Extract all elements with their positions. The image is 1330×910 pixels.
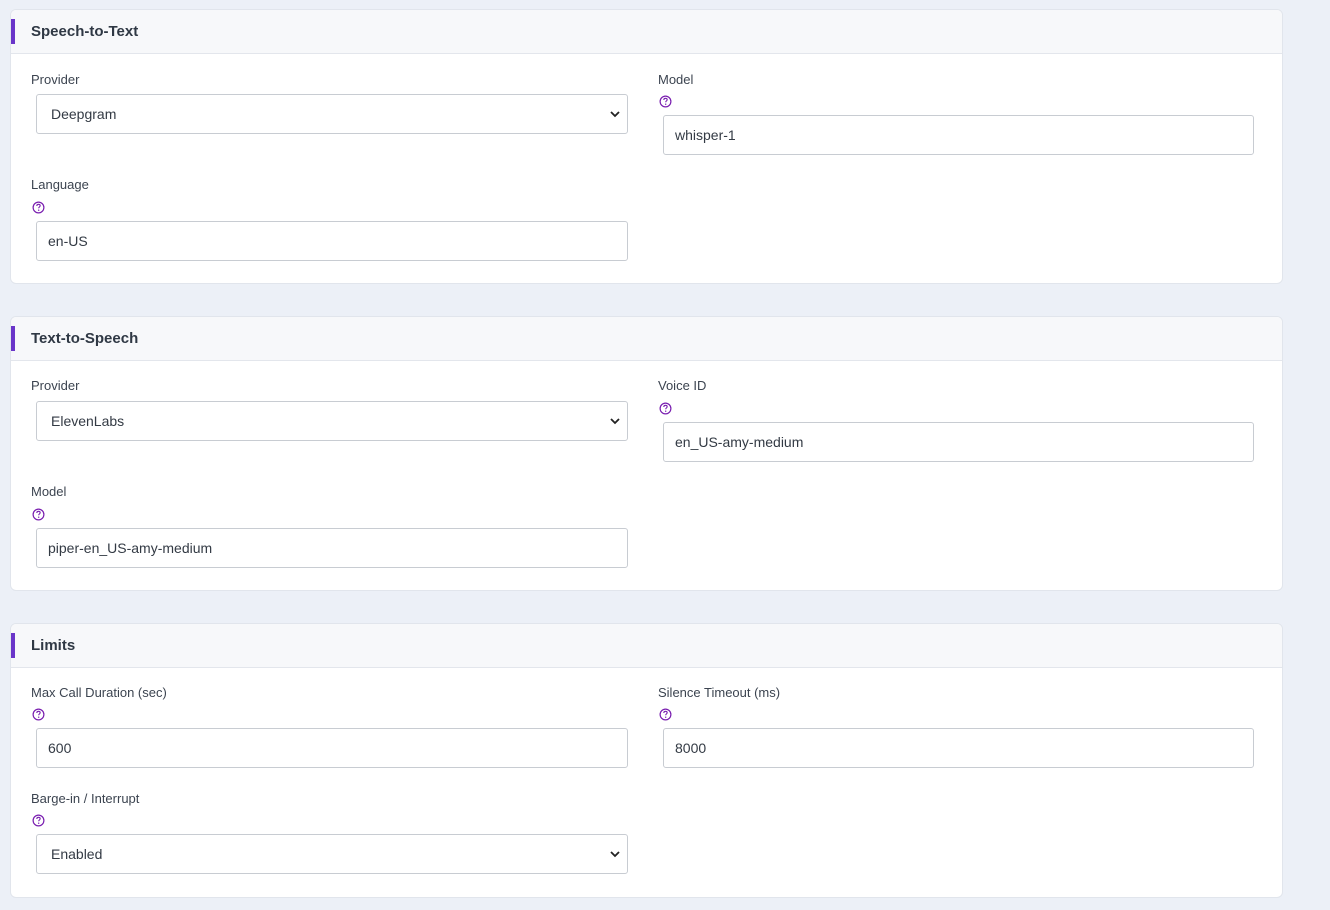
barge-in-select[interactable]: Enabled (36, 834, 628, 874)
card-title: Text-to-Speech (31, 330, 139, 347)
limits-card: Limits Max Call Duration (sec) 600 Silen… (10, 623, 1283, 898)
accent-bar (11, 326, 15, 351)
card-header: Speech-to-Text (11, 10, 1282, 54)
help-circle-icon[interactable] (32, 201, 45, 214)
barge-in-label: Barge-in / Interrupt (31, 791, 140, 806)
help-circle-icon[interactable] (32, 508, 45, 521)
stt-provider-label: Provider (31, 72, 80, 87)
tts-model-input[interactable]: piper-en_US-amy-medium (36, 528, 628, 568)
stt-language-label: Language (31, 177, 89, 192)
max-call-duration-value: 600 (48, 740, 72, 756)
tts-voice-id-value: en_US-amy-medium (675, 434, 804, 450)
max-call-duration-label: Max Call Duration (sec) (31, 685, 167, 700)
help-circle-icon[interactable] (659, 708, 672, 721)
stt-language-value: en-US (48, 233, 88, 249)
card-title: Limits (31, 637, 76, 654)
accent-bar (11, 633, 15, 658)
stt-provider-select[interactable]: Deepgram (36, 94, 628, 134)
stt-model-label: Model (658, 72, 694, 87)
stt-model-value: whisper-1 (675, 127, 736, 143)
tts-model-value: piper-en_US-amy-medium (48, 540, 213, 556)
stt-language-input[interactable]: en-US (36, 221, 628, 261)
tts-provider-value: ElevenLabs (51, 413, 125, 429)
stt-model-input[interactable]: whisper-1 (663, 115, 1254, 155)
help-circle-icon[interactable] (659, 402, 672, 415)
tts-voice-id-label: Voice ID (658, 378, 707, 393)
chevron-down-icon (610, 111, 620, 118)
text-to-speech-card: Text-to-Speech Provider ElevenLabs Voice… (10, 316, 1283, 591)
silence-timeout-input[interactable]: 8000 (663, 728, 1254, 768)
chevron-down-icon (610, 851, 620, 858)
card-header: Text-to-Speech (11, 317, 1282, 361)
chevron-down-icon (610, 418, 620, 425)
card-title: Speech-to-Text (31, 23, 139, 40)
card-header: Limits (11, 624, 1282, 668)
max-call-duration-input[interactable]: 600 (36, 728, 628, 768)
help-circle-icon[interactable] (32, 708, 45, 721)
help-circle-icon[interactable] (32, 814, 45, 827)
barge-in-value: Enabled (51, 846, 103, 862)
stt-provider-value: Deepgram (51, 106, 117, 122)
tts-provider-select[interactable]: ElevenLabs (36, 401, 628, 441)
tts-voice-id-input[interactable]: en_US-amy-medium (663, 422, 1254, 462)
tts-model-label: Model (31, 484, 67, 499)
tts-provider-label: Provider (31, 378, 80, 393)
help-circle-icon[interactable] (659, 95, 672, 108)
silence-timeout-value: 8000 (675, 740, 707, 756)
silence-timeout-label: Silence Timeout (ms) (658, 685, 781, 700)
speech-to-text-card: Speech-to-Text Provider Deepgram Model w… (10, 9, 1283, 284)
accent-bar (11, 19, 15, 44)
